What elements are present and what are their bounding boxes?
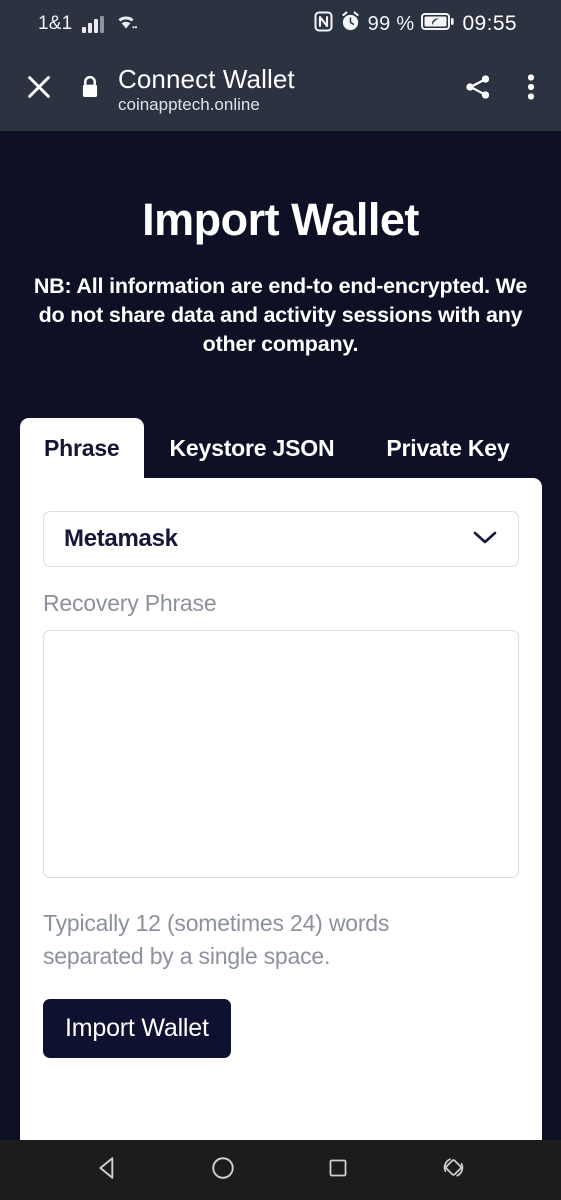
wifi-icon: [114, 12, 138, 36]
status-bar-left: 1&1: [16, 12, 138, 36]
recents-square-icon: [326, 1156, 350, 1185]
tab-keystore-json[interactable]: Keystore JSON: [144, 418, 361, 478]
overflow-menu-button[interactable]: [527, 72, 535, 107]
tab-bar: Phrase Keystore JSON Private Key: [20, 418, 542, 478]
tab-phrase-label: Phrase: [44, 434, 120, 461]
toolbar-actions: [463, 72, 561, 107]
home-circle-icon: [210, 1155, 236, 1186]
wallet-select[interactable]: Metamask: [43, 511, 519, 567]
toolbar-titles[interactable]: Connect Wallet coinapptech.online: [118, 64, 463, 116]
page-url: coinapptech.online: [118, 94, 260, 114]
import-wallet-button[interactable]: Import Wallet: [43, 999, 231, 1058]
share-button[interactable]: [463, 72, 493, 107]
tab-private-key-label: Private Key: [386, 434, 510, 461]
alarm-clock-icon: [340, 11, 361, 37]
chevron-down-icon: [472, 529, 498, 550]
recovery-phrase-label: Recovery Phrase: [43, 590, 217, 616]
rotate-screen-button[interactable]: [418, 1140, 488, 1200]
recents-button[interactable]: [303, 1140, 373, 1200]
more-vertical-icon: [527, 74, 535, 106]
screen-rotate-icon: [440, 1154, 467, 1186]
battery-eco-icon: [421, 12, 455, 36]
page-heading: Import Wallet: [142, 194, 419, 245]
security-indicator[interactable]: [72, 74, 108, 105]
recovery-phrase-input[interactable]: [43, 630, 519, 878]
browser-toolbar: Connect Wallet coinapptech.online: [0, 48, 561, 131]
nfc-icon: [314, 11, 333, 37]
back-triangle-icon: [95, 1155, 121, 1186]
carrier-label: 1&1: [38, 13, 73, 34]
import-form-card: Metamask Recovery Phrase Typically 12 (s…: [20, 478, 542, 1141]
close-button[interactable]: [10, 72, 68, 107]
share-icon: [463, 75, 493, 106]
home-button[interactable]: [188, 1140, 258, 1200]
status-bar: 1&1 99 % 09:55: [0, 0, 561, 48]
status-bar-right: 99 % 09:55: [314, 11, 545, 37]
lock-icon: [79, 74, 101, 105]
tab-private-key[interactable]: Private Key: [360, 418, 535, 478]
wallet-select-value: Metamask: [64, 525, 178, 552]
back-button[interactable]: [73, 1140, 143, 1200]
tab-keystore-json-label: Keystore JSON: [169, 434, 335, 461]
web-page-content: Import Wallet NB: All information are en…: [0, 131, 561, 1141]
close-icon: [24, 72, 54, 107]
tab-phrase[interactable]: Phrase: [20, 418, 144, 478]
page-title-toolbar: Connect Wallet: [118, 63, 295, 94]
phone-screen: 1&1 99 % 09:55 Connect Wallet coinapptec…: [0, 0, 561, 1200]
clock-label: 09:55: [462, 12, 517, 35]
battery-percent-label: 99 %: [367, 12, 415, 35]
android-navigation-bar: [0, 1140, 561, 1200]
phrase-helper-text: Typically 12 (sometimes 24) words separa…: [43, 910, 390, 969]
signal-bars-icon: [82, 15, 105, 33]
encryption-note: NB: All information are end-to end-encry…: [33, 274, 528, 356]
